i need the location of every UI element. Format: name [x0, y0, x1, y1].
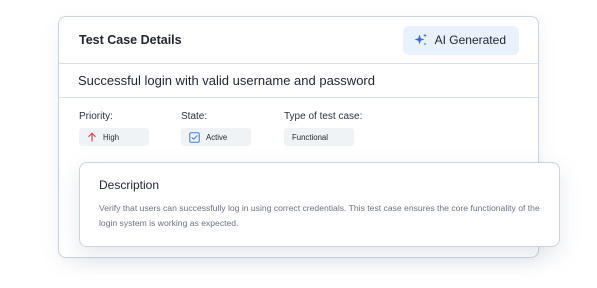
description-body: Verify that users can successfully log i…: [99, 203, 540, 228]
sparkles-icon: [414, 33, 428, 47]
summary-row: Successful login with valid username and…: [59, 64, 538, 98]
fields-row: Priority: High State: Active Type of tes…: [59, 98, 538, 146]
priority-label: Priority:: [79, 111, 113, 122]
description-card: Description Verify that users can succes…: [79, 162, 560, 247]
priority-chip[interactable]: High: [79, 128, 149, 146]
ai-generated-badge[interactable]: AI Generated: [402, 25, 519, 55]
state-chip[interactable]: Active: [181, 128, 251, 146]
stage: Test Case Details AI Generated Successfu…: [0, 0, 597, 288]
description-title: Description: [99, 178, 160, 192]
card-header: Test Case Details AI Generated: [59, 17, 538, 64]
type-chip[interactable]: Functional: [284, 128, 354, 146]
priority-field: Priority: High: [79, 111, 181, 146]
type-label: Type of test case:: [284, 111, 363, 122]
card-title: Test Case Details: [79, 33, 182, 47]
state-label: State:: [181, 111, 208, 122]
type-value: Functional: [292, 132, 328, 142]
priority-value: High: [103, 132, 120, 142]
test-case-summary: Successful login with valid username and…: [78, 73, 375, 88]
state-field: State: Active: [181, 111, 284, 146]
arrow-up-icon: [87, 132, 97, 142]
checkbox-checked-icon: [189, 131, 200, 143]
state-value: Active: [206, 132, 228, 142]
type-field: Type of test case: Functional: [284, 111, 362, 146]
ai-badge-label: AI Generated: [434, 33, 506, 47]
